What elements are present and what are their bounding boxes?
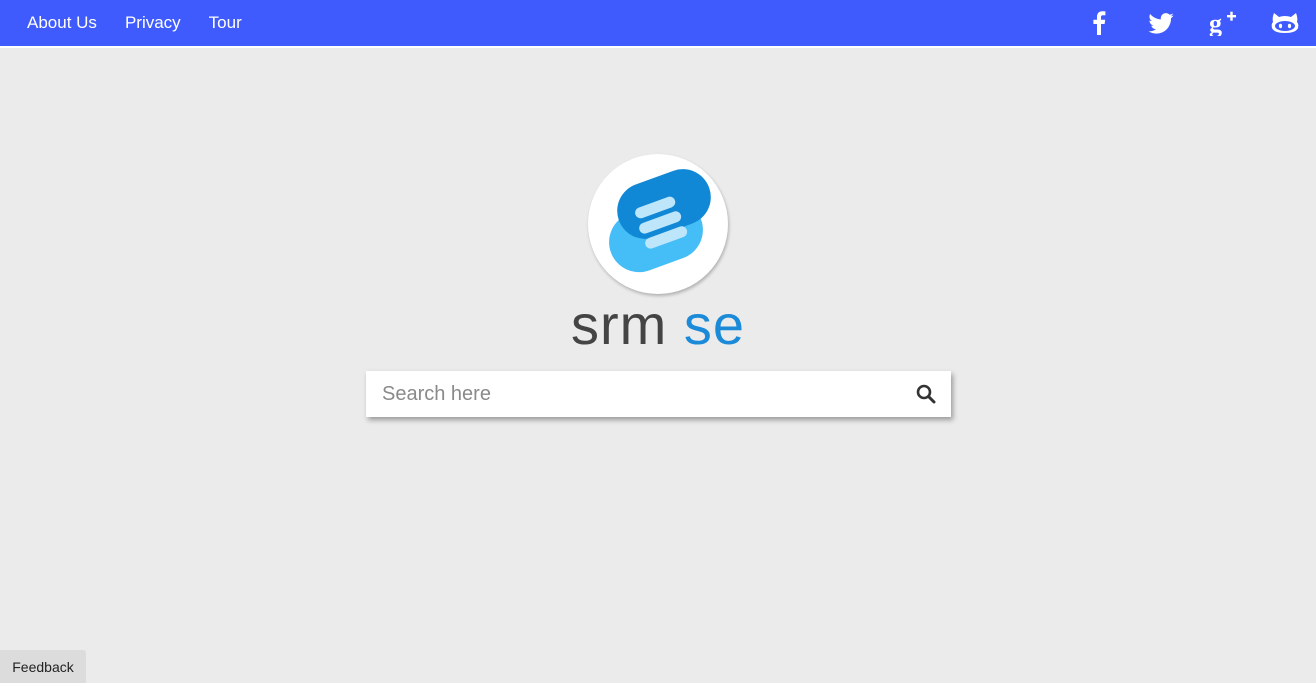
top-navbar: About Us Privacy Tour g [0,0,1316,48]
twitter-link[interactable] [1130,0,1192,46]
brand-part-srm: srm [570,293,668,356]
nav-link-privacy[interactable]: Privacy [125,0,181,46]
twitter-icon [1148,12,1174,34]
search-box [366,371,951,417]
google-plus-link[interactable]: g [1192,0,1254,46]
nav-link-tour[interactable]: Tour [209,0,242,46]
google-plus-icon: g [1209,10,1236,36]
facebook-link[interactable] [1068,0,1130,46]
search-icon [916,384,936,404]
feedback-button[interactable]: Feedback [0,650,86,683]
social-links: g [1068,0,1316,46]
brand-wordmark: srm se [0,292,1316,358]
search-input[interactable] [366,371,896,417]
brand-part-se: se [683,293,745,356]
github-link[interactable] [1254,0,1316,46]
logo [588,154,732,298]
logo-circle [588,154,728,294]
facebook-icon [1093,11,1106,35]
nav-link-about-us[interactable]: About Us [27,0,97,46]
search-button[interactable] [911,379,941,409]
logo-icon [609,169,711,273]
github-icon [1271,13,1299,33]
nav-links: About Us Privacy Tour [27,0,270,46]
svg-text:g: g [1209,10,1222,36]
